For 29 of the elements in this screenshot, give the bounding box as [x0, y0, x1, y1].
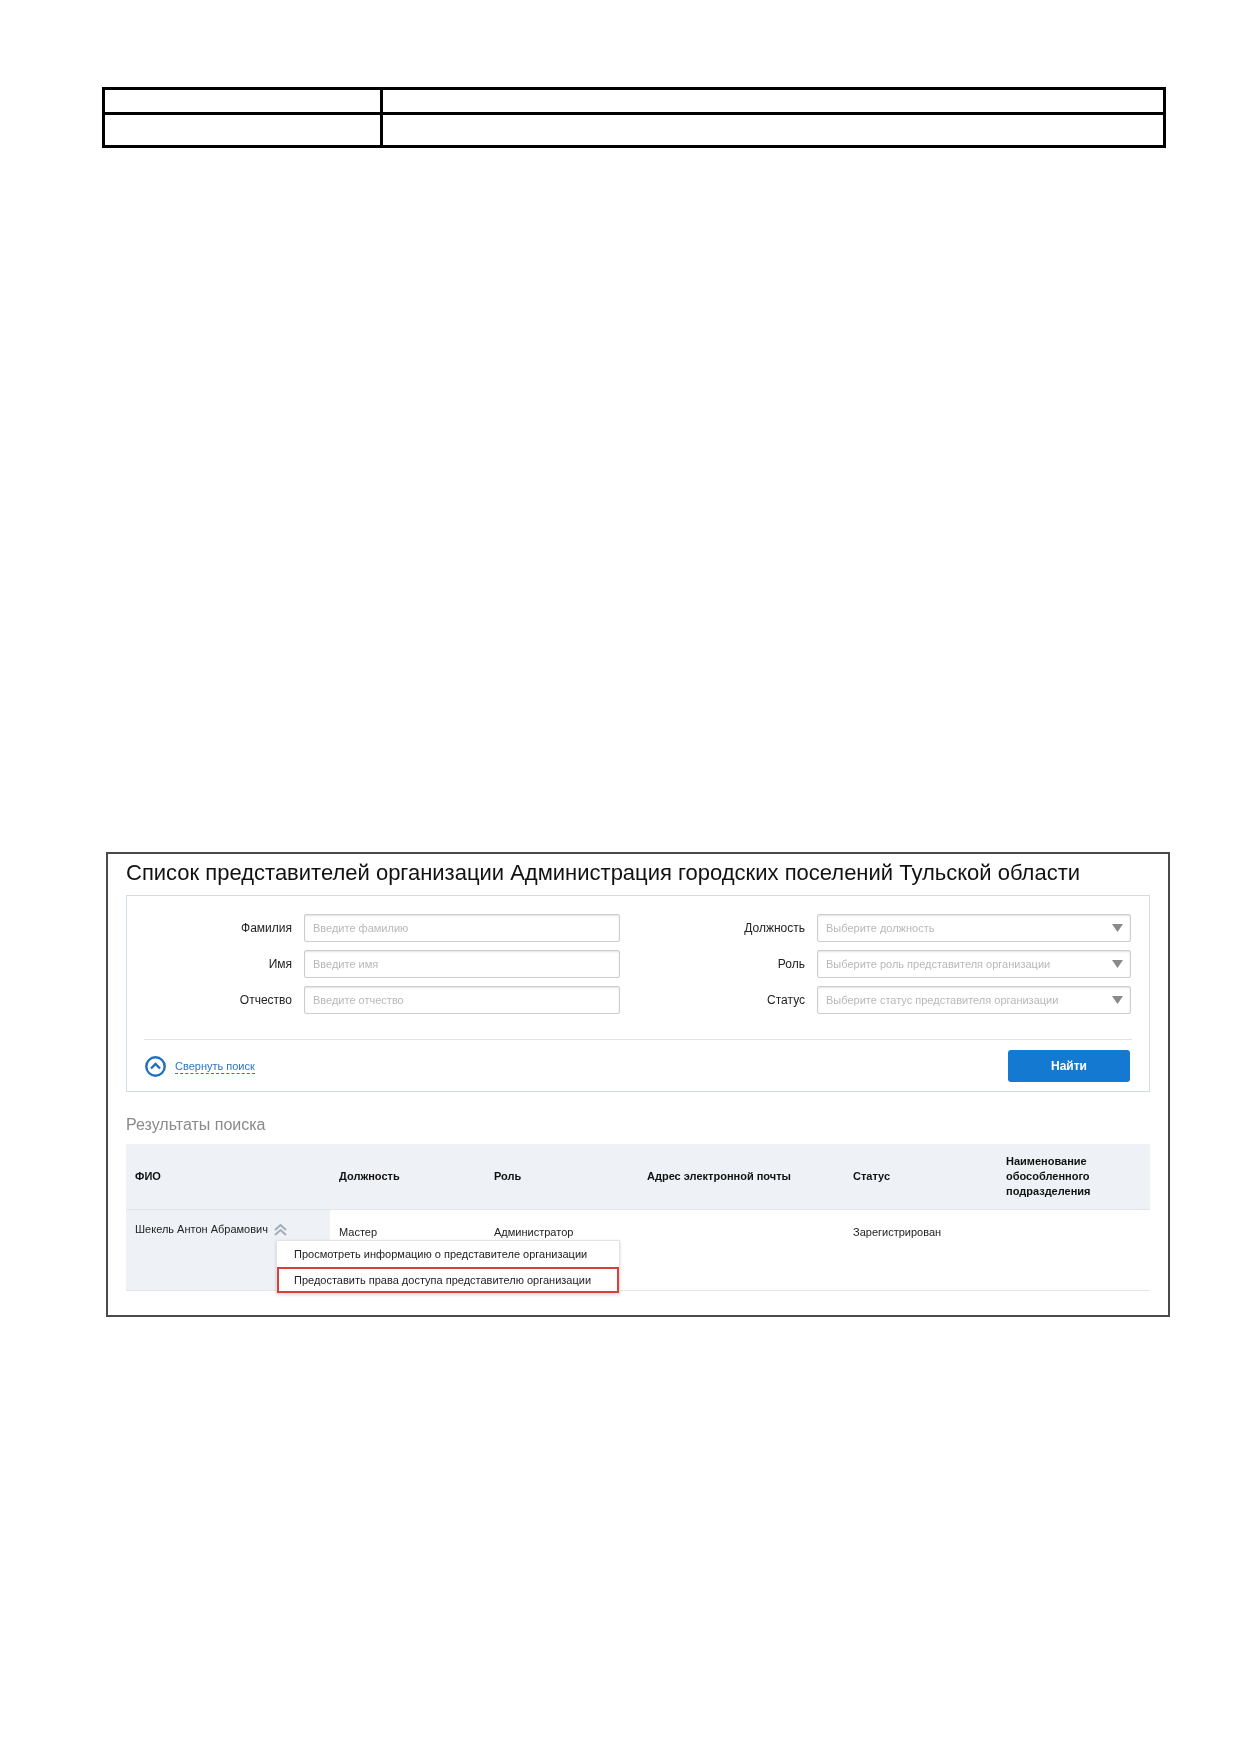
chevron-up-circle-icon[interactable] [145, 1055, 166, 1077]
search-button[interactable]: Найти [1008, 1050, 1130, 1082]
caret-down-icon [1112, 924, 1123, 932]
person-name: Шекель Антон Абрамович [135, 1222, 268, 1237]
column-header: Наименование обособленного подразделения [1006, 1154, 1092, 1199]
menu-item[interactable]: Предоставить права доступа представителю организации [277, 1267, 619, 1293]
status-text: Зарегистрирован [853, 1226, 942, 1238]
column-header: Роль [494, 1169, 522, 1184]
text-input-field[interactable]: Введите фамилию [304, 914, 620, 942]
column-header: Должность [339, 1169, 400, 1184]
caret-down-icon [1112, 960, 1123, 968]
role-text: Администратор [494, 1226, 574, 1238]
text-input-field[interactable]: Введите отчество [304, 986, 620, 1014]
collapse-search-link[interactable]: Свернуть поиск [175, 1058, 255, 1074]
position-text: Мастер [339, 1226, 378, 1238]
column-header: Адрес электронной почты [647, 1169, 791, 1184]
field-label: Отчество [238, 992, 292, 1009]
text-input-field[interactable]: Введите имя [304, 950, 620, 978]
column-header: Статус [853, 1169, 891, 1184]
field-label: Должность [743, 920, 805, 937]
field-label: Фамилия [240, 920, 292, 937]
page-title: Список представителей организации Администрация городских поселений Тульской области [126, 860, 1082, 886]
field-label: Имя [267, 956, 292, 973]
field-label: Статус [766, 992, 805, 1009]
caret-down-icon [1112, 996, 1123, 1004]
column-header: ФИО [135, 1169, 161, 1184]
results-heading: Результаты поиска [126, 1115, 267, 1135]
field-label: Роль [776, 956, 805, 973]
menu-item[interactable]: Просмотреть информацию о представителе организации [277, 1241, 619, 1267]
